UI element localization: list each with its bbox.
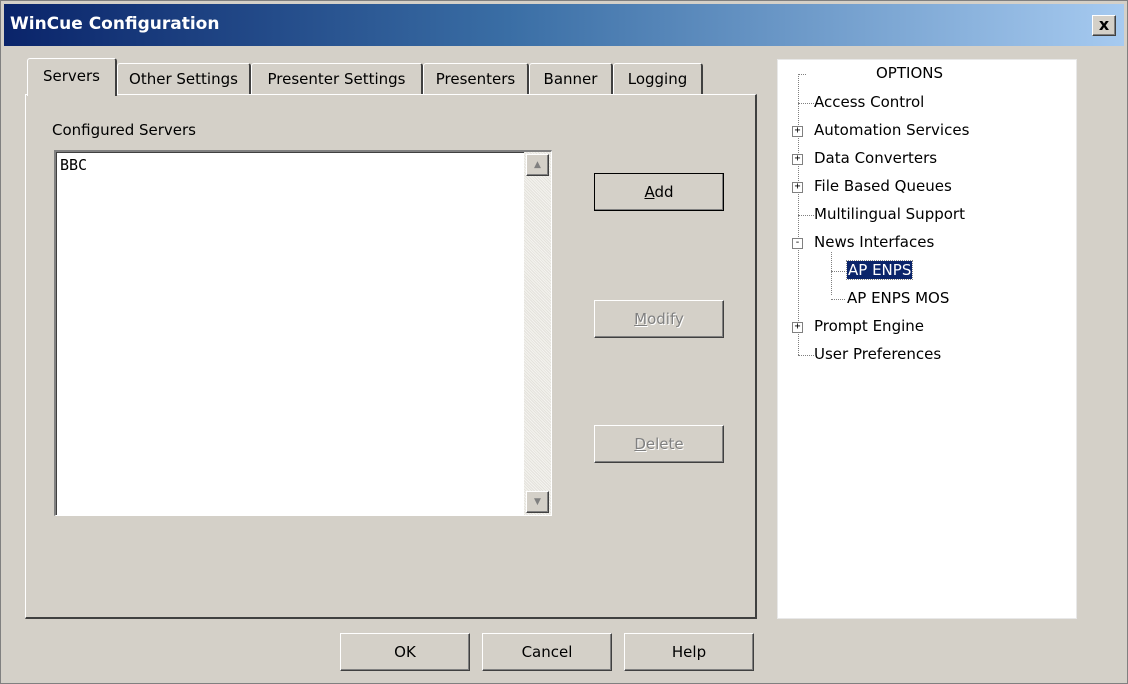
vertical-scrollbar[interactable]: ▲ ▼ [524, 152, 551, 515]
tree-item-user-preferences[interactable]: User Preferences [814, 345, 941, 363]
tree-item-ap-enps[interactable]: AP ENPS [845, 260, 914, 280]
tab-label: Servers [42, 67, 100, 85]
tree-item-multilingual-support[interactable]: Multilingual Support [814, 205, 965, 223]
ok-button[interactable]: OK [340, 633, 470, 671]
scroll-up-button[interactable]: ▲ [526, 154, 549, 176]
delete-mnemonic: D [634, 435, 646, 453]
tree-connector [798, 103, 814, 104]
tree-root-options[interactable]: OPTIONS [876, 64, 943, 82]
tree-item-access-control[interactable]: Access Control [814, 93, 924, 111]
tab-presenter-settings[interactable]: Presenter Settings [251, 63, 423, 95]
title-bar[interactable]: WinCue Configuration x [4, 4, 1124, 46]
tree-item-label: Automation Services [814, 121, 970, 139]
modify-label: odify [647, 310, 684, 328]
tab-presenters[interactable]: Presenters [423, 63, 529, 95]
add-button[interactable]: Add [594, 173, 724, 211]
tree-item-label: Prompt Engine [814, 317, 924, 335]
arrow-down-icon: ▼ [534, 497, 541, 507]
servers-panel: Configured Servers BBC ▲ ▼ Add Modify De… [25, 94, 757, 619]
add-mnemonic: A [644, 183, 655, 201]
close-icon: x [1098, 15, 1110, 34]
tree-item-label: Access Control [814, 93, 925, 111]
tree-item-news-interfaces[interactable]: News Interfaces [814, 233, 934, 251]
dialog-window: WinCue Configuration x Servers Other Set… [0, 0, 1128, 684]
tree-item-label: Multilingual Support [814, 205, 965, 223]
options-tree[interactable]: OPTIONS Access Control + Automation Serv… [777, 59, 1077, 619]
expand-icon[interactable]: + [792, 154, 803, 165]
tree-connector [798, 215, 814, 216]
tree-item-label: AP ENPS MOS [847, 289, 950, 307]
list-item[interactable]: BBC [60, 156, 87, 174]
expand-icon[interactable]: + [792, 322, 803, 333]
tree-item-label: Data Converters [814, 149, 938, 167]
delete-button[interactable]: Delete [594, 425, 724, 463]
tab-label: Other Settings [129, 70, 238, 88]
modify-mnemonic: M [634, 310, 648, 328]
tab-banner[interactable]: Banner [529, 63, 613, 95]
tree-connector [831, 299, 845, 300]
tab-label: Presenters [435, 70, 516, 88]
configured-servers-label: Configured Servers [52, 121, 196, 139]
tree-item-label: File Based Queues [814, 177, 952, 195]
scroll-down-button[interactable]: ▼ [526, 491, 549, 513]
close-button[interactable]: x [1092, 15, 1116, 36]
tab-servers[interactable]: Servers [27, 58, 117, 96]
expand-icon[interactable]: + [792, 182, 803, 193]
add-label: dd [654, 183, 674, 201]
collapse-icon[interactable]: - [792, 238, 803, 249]
tree-connector [798, 355, 814, 356]
tree-item-prompt-engine[interactable]: Prompt Engine [814, 317, 924, 335]
modify-button[interactable]: Modify [594, 300, 724, 338]
servers-listbox[interactable]: BBC ▲ ▼ [54, 150, 552, 516]
tree-item-automation-services[interactable]: Automation Services [814, 121, 969, 139]
tree-item-label: AP ENPS [845, 260, 914, 280]
tab-label: Presenter Settings [267, 70, 406, 88]
delete-label: elete [645, 435, 684, 453]
tree-item-ap-enps-mos[interactable]: AP ENPS MOS [847, 289, 949, 307]
tree-item-label: User Preferences [814, 345, 942, 363]
tree-connector [831, 271, 845, 272]
tab-other-settings[interactable]: Other Settings [117, 63, 251, 95]
cancel-button[interactable]: Cancel [482, 633, 612, 671]
tree-connector [798, 74, 806, 75]
window-title: WinCue Configuration [10, 14, 220, 34]
expand-icon[interactable]: + [792, 126, 803, 137]
tree-connector [831, 252, 832, 295]
tree-item-file-based-queues[interactable]: File Based Queues [814, 177, 952, 195]
help-button[interactable]: Help [624, 633, 754, 671]
tab-logging[interactable]: Logging [613, 63, 703, 95]
tree-item-data-converters[interactable]: Data Converters [814, 149, 937, 167]
tab-label: Banner [543, 70, 598, 88]
arrow-up-icon: ▲ [534, 160, 541, 170]
tree-item-label: News Interfaces [814, 233, 935, 251]
tab-label: Logging [627, 70, 688, 88]
